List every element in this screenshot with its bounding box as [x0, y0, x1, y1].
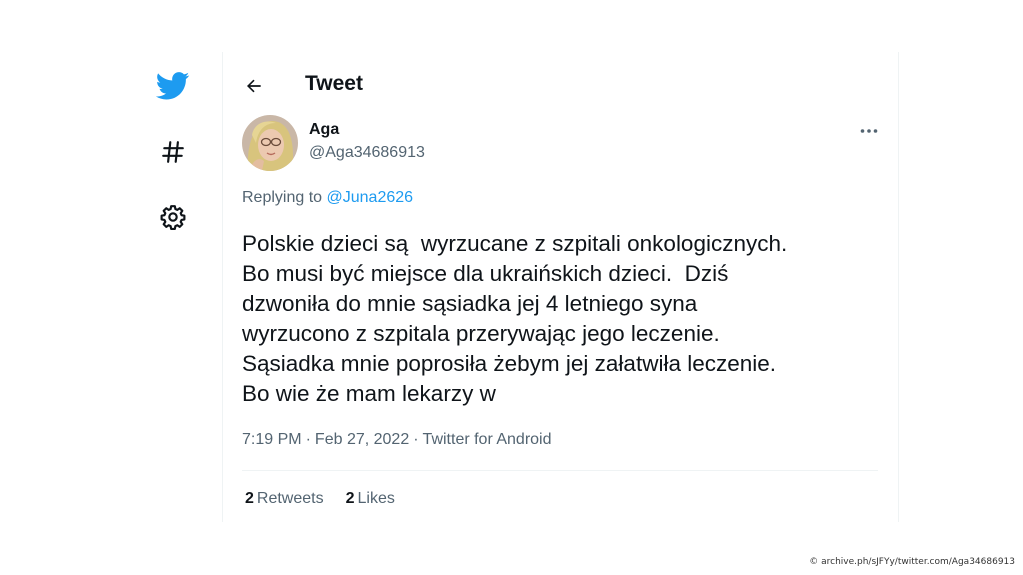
likes-stat[interactable]: 2 Likes	[346, 490, 395, 508]
more-options-button[interactable]	[851, 118, 887, 144]
likes-count: 2	[345, 490, 355, 507]
replying-to: Replying to @Juna2626	[242, 189, 413, 207]
retweets-count: 2	[245, 490, 254, 507]
tweet-date[interactable]: Feb 27, 2022	[315, 431, 409, 448]
tweet-text: Polskie dzieci są wyrzucane z szpitali o…	[242, 231, 788, 406]
retweets-label: Retweets	[256, 490, 324, 507]
divider	[242, 470, 878, 471]
avatar[interactable]	[242, 115, 298, 171]
tweet-panel: Tweet Aga @Aga34686913 Replying to @Juna…	[222, 52, 899, 522]
back-button[interactable]	[237, 69, 271, 103]
page-title: Tweet	[305, 72, 363, 95]
separator: ·	[305, 431, 311, 448]
separator: ·	[413, 431, 419, 448]
tweet-time[interactable]: 7:19 PM	[242, 431, 302, 448]
arrow-left-icon	[247, 79, 261, 93]
tweet-meta: 7:19 PM · Feb 27, 2022 · Twitter for Android	[242, 431, 552, 449]
tweet-stats: 2 Retweets 2 Likes	[245, 490, 395, 508]
more-horizontal-icon	[860, 129, 878, 133]
twitter-bird-icon[interactable]	[150, 63, 196, 109]
tweet-source[interactable]: Twitter for Android	[423, 431, 552, 448]
retweets-stat[interactable]: 2 Retweets	[245, 490, 324, 508]
author-handle[interactable]: @Aga34686913	[309, 144, 425, 162]
image-credit: © archive.ph/sJFYy/twitter.com/Aga346869…	[809, 557, 1015, 567]
hashtag-icon[interactable]	[150, 129, 196, 175]
settings-gear-icon[interactable]	[150, 194, 196, 240]
likes-label: Likes	[357, 490, 395, 507]
replying-to-label: Replying to	[242, 189, 327, 206]
author-name[interactable]: Aga	[309, 121, 339, 139]
reply-handle-link[interactable]: @Juna2626	[327, 189, 414, 206]
tweet-header: Tweet	[223, 52, 898, 114]
